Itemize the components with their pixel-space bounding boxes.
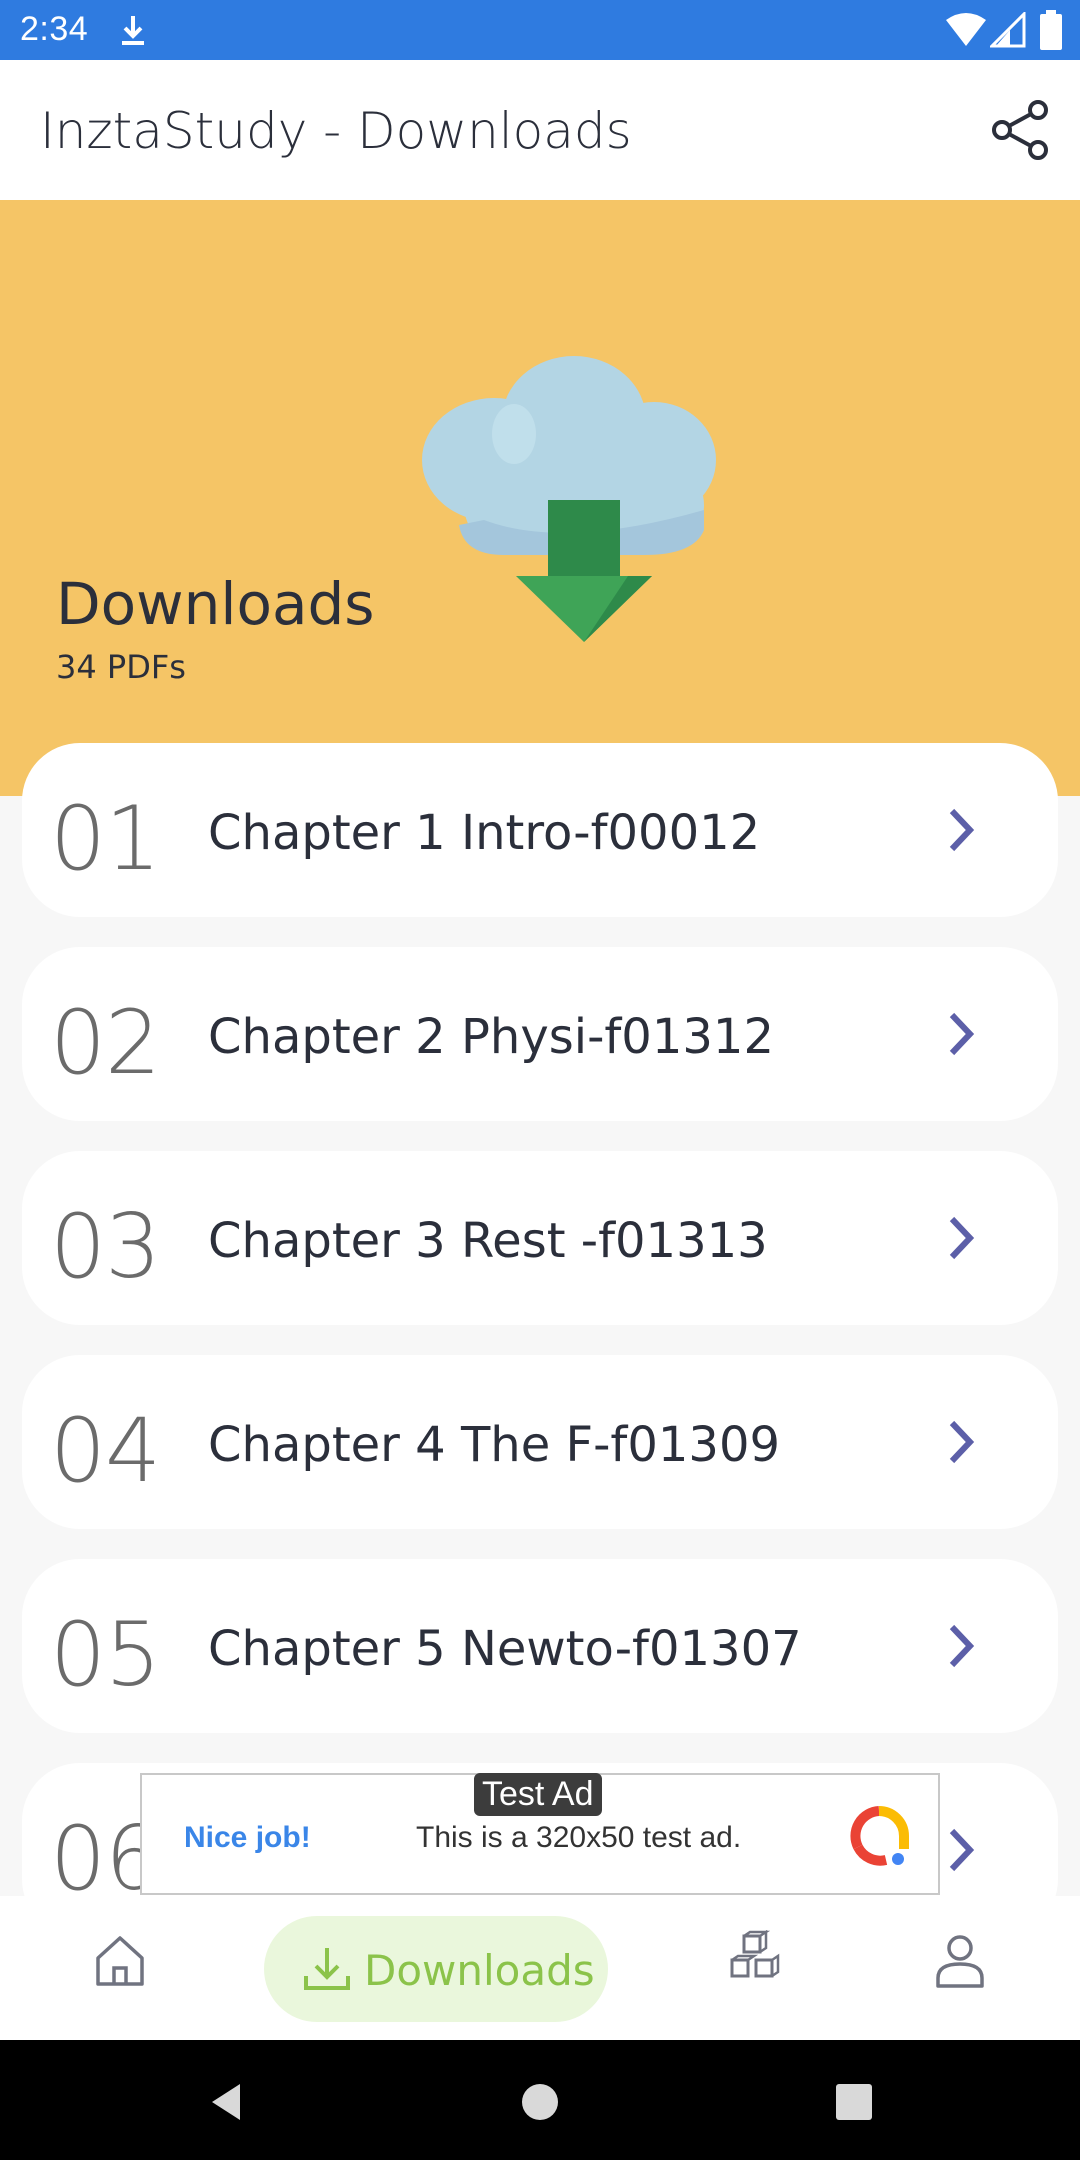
chevron-right-icon [949, 1216, 975, 1260]
chevron-right-icon [949, 1624, 975, 1668]
chevron-right-icon [949, 1828, 975, 1872]
status-time: 2:34 [20, 10, 89, 48]
list-item[interactable]: 03 Chapter 3 Rest -f01313 [22, 1151, 1058, 1325]
ad-banner[interactable]: Test Ad Nice job! This is a 320x50 test … [140, 1773, 940, 1895]
back-icon[interactable] [202, 2078, 250, 2126]
battery-icon [1040, 10, 1062, 50]
ad-logo-icon [850, 1806, 909, 1866]
ad-tag: Test Ad [474, 1773, 602, 1816]
home-button-icon[interactable] [516, 2078, 564, 2126]
item-index: 04 [50, 1399, 161, 1502]
status-bar: 2:34 [0, 0, 1080, 60]
ad-headline: Nice job! [184, 1821, 311, 1854]
hero-title: Downloads [56, 570, 375, 638]
list-item[interactable]: 04 Chapter 4 The F-f01309 [22, 1355, 1058, 1529]
chevron-right-icon [949, 1012, 975, 1056]
wifi-icon [946, 13, 986, 46]
chevron-right-icon [949, 1420, 975, 1464]
bottom-nav: Downloads [0, 1896, 1080, 2040]
item-title: Chapter 2 Physi-f01312 [208, 1009, 774, 1065]
list-item[interactable]: 05 Chapter 5 Newto-f01307 [22, 1559, 1058, 1733]
cubes-icon[interactable] [722, 1930, 782, 1990]
home-icon[interactable] [90, 1930, 150, 1990]
nav-downloads-tab[interactable]: Downloads [264, 1916, 608, 2022]
chevron-right-icon [949, 808, 975, 852]
share-icon[interactable] [986, 96, 1054, 164]
list-item[interactable]: 02 Chapter 2 Physi-f01312 [22, 947, 1058, 1121]
recents-icon[interactable] [830, 2078, 878, 2126]
ad-text: This is a 320x50 test ad. [416, 1821, 742, 1854]
app-bar: InztaStudy - Downloads [0, 60, 1080, 200]
item-title: Chapter 1 Intro-f00012 [208, 805, 761, 861]
hero-subtitle: 34 PDFs [56, 648, 186, 686]
user-icon[interactable] [930, 1930, 990, 1990]
item-title: Chapter 3 Rest -f01313 [208, 1213, 768, 1269]
cloud-download-icon [422, 356, 716, 642]
item-title: Chapter 4 The F-f01309 [208, 1417, 781, 1473]
download-icon [304, 1948, 350, 1990]
downloads-hero: Downloads 34 PDFs [0, 200, 1080, 796]
item-index: 03 [50, 1195, 161, 1298]
item-index: 01 [50, 787, 161, 890]
item-title: Chapter 5 Newto-f01307 [208, 1621, 802, 1677]
nav-downloads-label: Downloads [364, 1946, 595, 1995]
item-index: 05 [50, 1603, 161, 1706]
list-item[interactable]: 01 Chapter 1 Intro-f00012 [22, 743, 1058, 917]
signal-icon [990, 12, 1026, 48]
system-nav-bar [0, 2040, 1080, 2160]
item-index: 02 [50, 991, 161, 1094]
page-title: InztaStudy - Downloads [40, 102, 632, 160]
download-notification-icon [122, 16, 144, 45]
